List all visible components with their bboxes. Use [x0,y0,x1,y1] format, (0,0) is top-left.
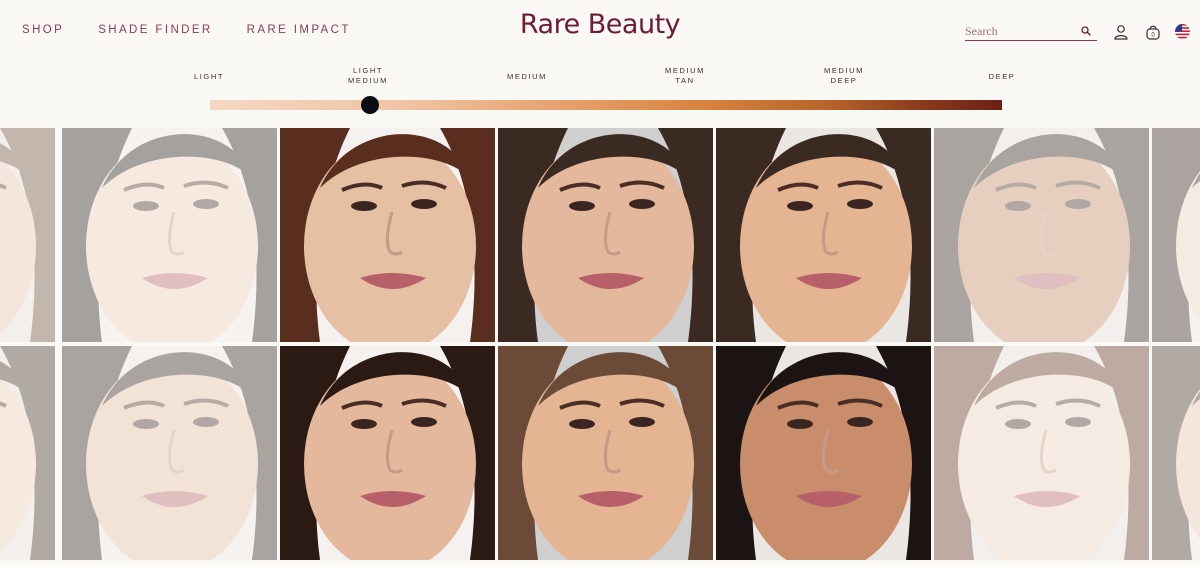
nav-shop[interactable]: SHOP [22,24,64,36]
shade-label-line1: MEDIUM [823,66,864,75]
shade-label-line2: MEDIUM [347,76,388,85]
nav-rare-impact[interactable]: RARE IMPACT [247,24,351,36]
shade-light[interactable]: LIGHT [164,72,254,82]
search-box [965,22,1097,41]
shade-label-line1: MEDIUM [664,66,705,75]
shade-label-line1: DEEP [988,72,1016,81]
main-nav: SHOP SHADE FINDER RARE IMPACT [22,24,351,36]
us-flag-icon[interactable] [1175,24,1190,39]
shade-medium-tan[interactable]: MEDIUM TAN [640,66,730,86]
shade-slider-handle[interactable] [361,96,379,114]
model-photo[interactable] [1152,346,1200,560]
shade-labels: LIGHT LIGHT MEDIUM MEDIUM MEDIUM TAN MED… [0,66,1200,90]
site-header: SHOP SHADE FINDER RARE IMPACT Rare Beaut… [0,0,1200,62]
account-icon[interactable] [1113,24,1129,40]
nav-shade-finder[interactable]: SHADE FINDER [98,24,212,36]
model-photo[interactable] [498,128,713,342]
model-photo[interactable] [1152,128,1200,342]
model-photo[interactable] [280,346,495,560]
model-photo-grid [0,128,1200,567]
search-input[interactable] [965,22,1075,41]
shade-label-line2: TAN [675,76,695,85]
shade-medium-deep[interactable]: MEDIUM DEEP [799,66,889,86]
shade-label-line1: LIGHT [352,66,384,75]
shade-label-line1: MEDIUM [506,72,547,81]
bag-count: 0 [1151,33,1155,39]
model-photo[interactable] [0,346,55,560]
shade-slider-track[interactable] [210,100,1002,110]
model-photo[interactable] [280,128,495,342]
shade-label-line1: LIGHT [193,72,225,81]
model-photo[interactable] [0,128,55,342]
model-photo[interactable] [716,128,931,342]
shade-medium[interactable]: MEDIUM [482,72,572,82]
bag-icon[interactable]: 0 [1145,24,1161,40]
brand-logo[interactable]: Rare Beauty [520,9,681,40]
model-photo[interactable] [934,128,1149,342]
model-photo[interactable] [498,346,713,560]
model-photo[interactable] [62,128,277,342]
model-photo[interactable] [62,346,277,560]
shade-label-line2: DEEP [830,76,858,85]
model-photo[interactable] [716,346,931,560]
search-icon[interactable] [1081,26,1091,36]
shade-deep[interactable]: DEEP [957,72,1047,82]
model-photo[interactable] [934,346,1149,560]
shade-light-medium[interactable]: LIGHT MEDIUM [323,66,413,86]
